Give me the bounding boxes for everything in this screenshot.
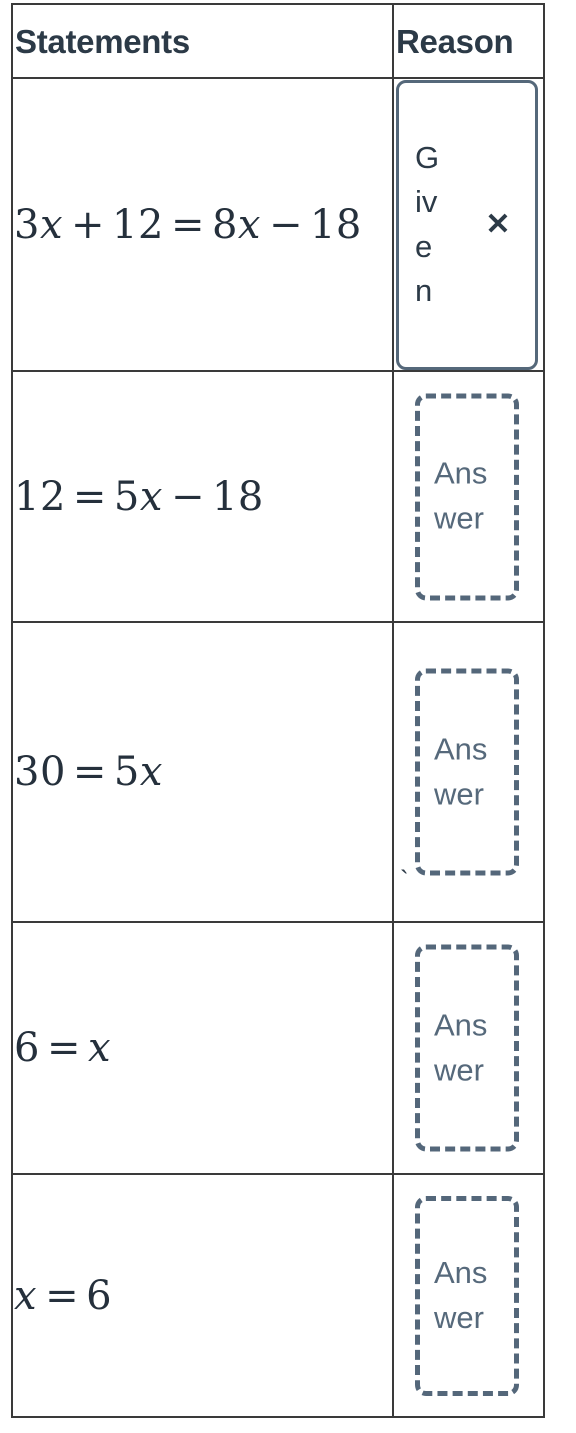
reason-cell-1[interactable]: Given ✕ [392, 77, 545, 372]
header-label-reason: Reason [396, 22, 514, 60]
math-variable: x [139, 473, 163, 520]
math-number: 5 [113, 473, 140, 520]
table-row: x = 6 Answer [11, 1173, 545, 1418]
table-row: 6 = x Answer [11, 921, 545, 1175]
statement-cell-3: 30 = 5x [11, 621, 394, 923]
math-variable: x [237, 201, 261, 248]
reason-inner-2: Answer [394, 372, 543, 621]
statement-cell-1: 3x +12 = 8x −18 [11, 77, 394, 372]
math-number: 30 [14, 749, 66, 795]
table-row: 12 = 5x −18 Answer [11, 370, 545, 623]
math-number: 6 [14, 1025, 40, 1071]
header-row: Statements Reason [11, 3, 545, 79]
math-operator: − [170, 473, 205, 520]
reason-dropzone-4[interactable]: Answer [415, 944, 519, 1152]
header-cell-reason: Reason [392, 3, 545, 79]
reason-dropzone-5[interactable]: Answer [415, 1195, 519, 1396]
math-number: 12 [112, 201, 164, 248]
math-expression-4: 6 = x [13, 1027, 392, 1069]
math-variable: x [39, 201, 64, 248]
reason-chip-given[interactable]: Given ✕ [396, 79, 538, 370]
reason-inner-5: Answer [394, 1175, 543, 1416]
reason-cell-2[interactable]: Answer [392, 370, 545, 623]
stray-backtick-artifact: ` [400, 865, 409, 895]
math-expression-2: 12 = 5x −18 [13, 476, 392, 518]
table-row: 3x +12 = 8x −18 Given ✕ [11, 77, 545, 372]
math-equals: = [72, 473, 107, 520]
math-number: 8 [211, 201, 238, 248]
math-variable: x [87, 1025, 112, 1071]
reason-cell-5[interactable]: Answer [392, 1173, 545, 1418]
proof-table-container: Statements Reason 3x +12 = 8x −18 Given ✕ [11, 3, 545, 1418]
header-cell-statements: Statements [11, 3, 394, 79]
dropzone-label: Answer [434, 1007, 488, 1087]
reason-dropzone-3[interactable]: Answer [415, 668, 519, 876]
math-number: 12 [14, 473, 66, 520]
math-number: 18 [211, 473, 264, 520]
dropzone-label: Answer [434, 731, 488, 811]
math-expression-3: 30 = 5x [13, 751, 392, 793]
reason-dropzone-2[interactable]: Answer [415, 393, 519, 600]
math-expression-1: 3x +12 = 8x −18 [13, 204, 392, 246]
table-header: Statements Reason [11, 3, 545, 79]
math-number: 3 [14, 201, 40, 248]
reason-cell-4[interactable]: Answer [392, 921, 545, 1175]
header-label-statements: Statements [15, 22, 190, 60]
statement-cell-4: 6 = x [11, 921, 394, 1175]
math-operator: + [71, 201, 106, 248]
math-equals: = [46, 1025, 81, 1071]
math-equals: = [45, 1272, 80, 1319]
dropzone-label: Answer [434, 455, 488, 536]
math-number: 18 [309, 201, 362, 248]
reason-cell-3[interactable]: Answer ` [392, 621, 545, 923]
chip-label: Given [415, 140, 440, 308]
math-number: 6 [86, 1272, 113, 1319]
table-row: 30 = 5x Answer ` [11, 621, 545, 923]
two-column-proof-table: Statements Reason 3x +12 = 8x −18 Given ✕ [11, 3, 545, 1418]
math-expression-5: x = 6 [13, 1275, 392, 1317]
reason-inner-4: Answer [394, 923, 543, 1173]
math-operator: − [268, 201, 303, 248]
statement-cell-2: 12 = 5x −18 [11, 370, 394, 623]
reason-inner-3: Answer ` [394, 623, 543, 921]
statement-cell-5: x = 6 [11, 1173, 394, 1418]
table-body: 3x +12 = 8x −18 Given ✕ 12 = 5x −18 Answ… [11, 77, 545, 1418]
math-variable: x [14, 1272, 38, 1319]
close-icon[interactable]: ✕ [483, 209, 513, 240]
math-variable: x [139, 749, 163, 795]
dropzone-label: Answer [434, 1254, 488, 1335]
math-equals: = [170, 201, 205, 248]
reason-inner-1: Given ✕ [394, 79, 543, 370]
math-equals: = [72, 749, 107, 795]
math-number: 5 [113, 749, 140, 795]
